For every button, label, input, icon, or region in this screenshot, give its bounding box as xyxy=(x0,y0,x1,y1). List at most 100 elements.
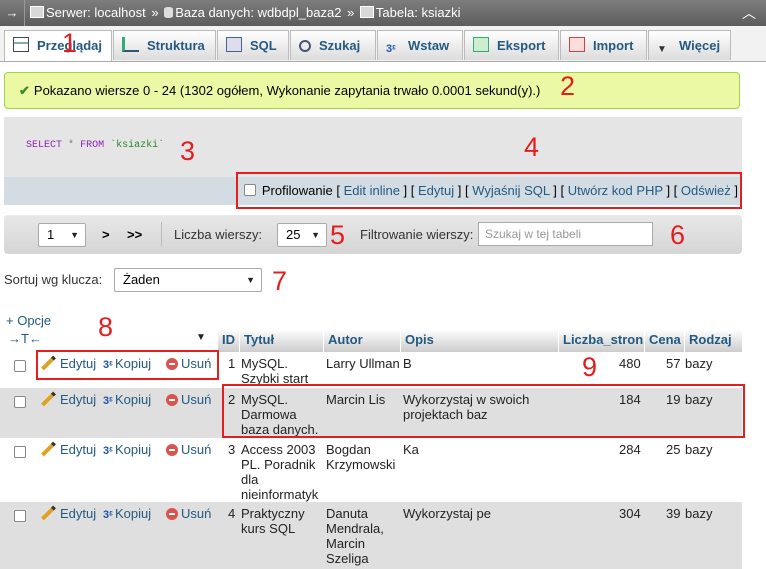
chevron-down-icon[interactable]: ▼ xyxy=(196,332,206,343)
cell-cena: 57 xyxy=(666,356,681,371)
column-header-cena[interactable]: Cena xyxy=(644,329,684,352)
cell-autor: Larry Ullman xyxy=(326,356,400,371)
options-link[interactable]: + Opcje xyxy=(6,313,51,328)
collapse-sidebar-icon[interactable]: → xyxy=(0,0,25,26)
breadcrumb-server[interactable]: Serwer: localhost xyxy=(46,5,146,20)
export-icon xyxy=(473,37,489,52)
sort-key-select[interactable]: Żaden ▼ xyxy=(114,268,262,292)
divider xyxy=(161,222,162,246)
message-text: Pokazano wiersze 0 - 24 (1302 ogółem, Wy… xyxy=(33,83,541,98)
sql-keyword: FROM xyxy=(80,140,105,151)
rows-per-page-select[interactable]: 25 ▼ xyxy=(277,223,327,247)
cell-liczba-stron: 284 xyxy=(619,442,641,457)
pencil-icon xyxy=(41,505,56,521)
row-delete-button[interactable]: Usuń xyxy=(166,392,211,407)
tab-structure[interactable]: Struktura xyxy=(113,30,216,60)
structure-icon xyxy=(122,37,139,52)
row-copy-button[interactable]: 3ᵋ Kopiuj xyxy=(103,506,151,521)
sql-star: * xyxy=(68,140,75,151)
table-icon xyxy=(359,6,374,18)
cell-id: 4 xyxy=(228,506,236,521)
copy-label: Kopiuj xyxy=(114,506,152,521)
tab-browse[interactable]: Przeglądaj xyxy=(4,30,112,61)
tab-import[interactable]: Import xyxy=(560,30,647,60)
database-icon xyxy=(164,7,174,18)
copy-icon: 3ᵋ xyxy=(103,445,113,457)
last-page-button[interactable]: >> xyxy=(127,215,142,254)
row-checkbox[interactable] xyxy=(14,510,26,522)
column-arrows-icon[interactable]: →T← xyxy=(8,331,42,346)
column-header-liczba-stron[interactable]: Liczba_stron xyxy=(558,329,644,352)
row-delete-button[interactable]: Usuń xyxy=(166,506,211,521)
row-delete-button[interactable]: Usuń xyxy=(166,442,211,457)
tab-bar: Przeglądaj Struktura SQL Szukaj 3ᵋ Wstaw … xyxy=(0,26,766,62)
tab-label: Eksport xyxy=(497,38,546,53)
success-message: ✔ Pokazano wiersze 0 - 24 (1302 ogółem, W… xyxy=(4,72,740,109)
tab-label: Import xyxy=(593,38,634,53)
rows-label: Liczba wierszy: xyxy=(174,227,263,242)
next-page-button[interactable]: > xyxy=(102,215,110,254)
cell-liczba-stron: 304 xyxy=(619,506,641,521)
copy-icon: 3ᵋ xyxy=(103,395,113,407)
annotation-number: 5 xyxy=(330,220,346,250)
table-row: Edytuj 3ᵋ Kopiuj Usuń 3 Access 2003 PL. Po… xyxy=(0,438,742,502)
column-header-id[interactable]: ID xyxy=(217,329,239,352)
row-checkbox[interactable] xyxy=(14,446,26,458)
row-edit-button[interactable]: Edytuj xyxy=(40,391,96,407)
row-checkbox[interactable] xyxy=(14,360,26,372)
filter-label: Filtrowanie wierszy: xyxy=(360,227,474,242)
rows-value: 25 xyxy=(286,227,301,242)
annotation-number: 3 xyxy=(180,136,196,166)
tab-search[interactable]: Szukaj xyxy=(290,30,376,60)
column-header-tytul[interactable]: Tytuł xyxy=(239,329,323,352)
cell-line: Danuta xyxy=(326,506,368,521)
delete-icon xyxy=(166,508,178,520)
cell-tytul: Access 2003 PL. Poradnik dla nieinformatyk xyxy=(241,442,318,502)
column-header-opis[interactable]: Opis xyxy=(400,329,558,352)
row-edit-button[interactable]: Edytuj xyxy=(40,505,97,521)
cell-rodzaj: bazy xyxy=(685,356,713,371)
filter-rows-input[interactable]: Szukaj w tej tabeli xyxy=(478,222,653,246)
edit-label: Edytuj xyxy=(60,442,97,457)
filter-placeholder: Szukaj w tej tabeli xyxy=(485,227,582,241)
breadcrumb-database[interactable]: Baza danych: wdbdpl_baza2 xyxy=(175,5,341,20)
tab-label: Szukaj xyxy=(319,38,361,53)
edit-label: Edytuj xyxy=(60,506,97,521)
sql-table-name: `ksiazki` xyxy=(110,140,165,151)
caret-down-icon: ▼ xyxy=(70,230,79,240)
annotation-box-actions xyxy=(236,172,742,209)
cell-rodzaj: bazy xyxy=(685,442,713,457)
tab-sql[interactable]: SQL xyxy=(217,30,289,60)
tab-label: Wstaw xyxy=(408,38,450,53)
row-edit-button[interactable]: Edytuj xyxy=(40,441,97,457)
annotation-number: 2 xyxy=(560,71,576,101)
cell-autor: Danuta Mendrala, Marcin Szeliga xyxy=(326,506,384,566)
navigation-bar: 1 ▼ > >> Liczba wierszy: 25 ▼ Filtrowanie … xyxy=(4,215,742,254)
cell-line: nieinformatyk xyxy=(241,487,319,502)
cell-rodzaj: bazy xyxy=(685,506,713,521)
row-copy-button[interactable]: 3ᵋ Kopiuj xyxy=(103,392,151,407)
tab-more[interactable]: ▼ Więcej xyxy=(648,30,731,60)
pencil-icon xyxy=(41,441,56,457)
sql-query[interactable]: SELECT * FROM `ksiazki` xyxy=(26,140,164,151)
cell-line: dla xyxy=(241,472,259,487)
page-select[interactable]: 1 ▼ xyxy=(38,223,86,247)
sort-label: Sortuj wg klucza: xyxy=(4,272,103,287)
pencil-icon xyxy=(41,391,56,407)
column-header-autor[interactable]: Autor xyxy=(323,329,400,352)
cell-opis: B xyxy=(403,356,412,371)
cell-liczba-stron: 480 xyxy=(619,356,641,371)
tab-insert[interactable]: 3ᵋ Wstaw xyxy=(377,30,463,60)
annotation-number: 1 xyxy=(62,28,78,58)
breadcrumb-separator: » xyxy=(347,5,355,20)
caret-down-icon: ▼ xyxy=(311,230,320,240)
tab-export[interactable]: Eksport xyxy=(464,30,559,60)
breadcrumb-table[interactable]: Tabela: ksiazki xyxy=(376,5,461,20)
collapse-top-icon[interactable]: ︿ xyxy=(742,0,756,26)
cell-autor: Bogdan Krzymowski xyxy=(326,442,395,472)
row-checkbox[interactable] xyxy=(14,396,26,408)
tab-label: Więcej xyxy=(679,38,721,53)
row-copy-button[interactable]: 3ᵋ Kopiuj xyxy=(103,442,151,457)
column-header-rodzaj[interactable]: Rodzaj xyxy=(684,329,742,352)
cell-line: Marcin xyxy=(326,536,366,551)
